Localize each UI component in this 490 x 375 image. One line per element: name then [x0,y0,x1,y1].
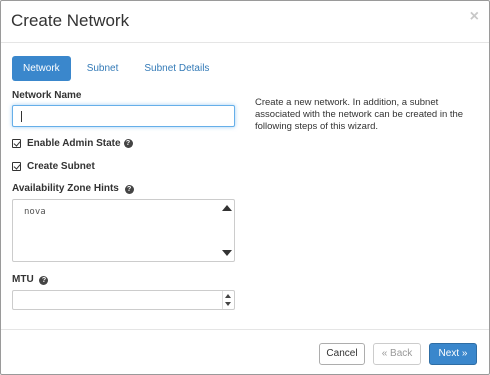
mtu-label: MTU [12,274,34,285]
create-network-modal: Create Network × Network Subnet Subnet D… [0,0,490,375]
question-circle-icon: ? [124,185,134,194]
close-icon[interactable]: × [470,8,479,26]
modal-header: Create Network × [1,1,489,43]
admin-state-checkbox[interactable] [12,139,21,148]
question-circle-icon: ? [39,276,49,285]
next-button-label: Next [438,348,460,359]
mtu-spinner[interactable] [222,291,234,309]
az-hints-label: Availability Zone Hints [12,183,119,194]
tab-subnet-details[interactable]: Subnet Details [134,56,219,81]
back-button[interactable]: « Back [373,343,421,365]
admin-state-row: Enable Admin State ? [12,138,133,149]
next-button[interactable]: Next » [429,343,477,365]
question-circle-icon: ? [123,139,133,148]
create-subnet-row: Create Subnet [12,161,95,172]
create-subnet-checkbox[interactable] [12,162,21,171]
mtu-label-row: MTU ? [12,274,49,285]
az-hints-option-nova[interactable]: nova [24,207,46,217]
spin-up-icon[interactable] [225,294,231,298]
az-hints-scrollbar[interactable] [219,200,234,261]
tab-network[interactable]: Network [12,56,71,81]
spin-down-icon[interactable] [225,302,231,306]
wizard-tabs: Network Subnet Subnet Details [12,56,225,81]
modal-footer: Cancel « Back Next » [1,329,489,375]
az-hints-label-row: Availability Zone Hints ? [12,183,134,194]
scroll-down-icon[interactable] [222,250,232,256]
network-name-label: Network Name [12,90,82,101]
az-hints-select[interactable]: nova [12,199,235,262]
create-subnet-label: Create Subnet [27,161,95,172]
scroll-up-icon[interactable] [222,205,232,211]
mtu-input[interactable] [12,290,235,310]
chevron-right-icon: » [461,348,468,359]
wizard-help-text: Create a new network. In addition, a sub… [255,97,464,132]
back-button-label: Back [390,348,413,359]
modal-title: Create Network [11,11,130,30]
cancel-button[interactable]: Cancel [319,343,365,365]
text-caret [21,111,22,122]
chevron-left-icon: « [381,348,388,359]
tab-subnet[interactable]: Subnet [77,56,129,81]
network-name-input[interactable] [12,105,235,127]
admin-state-label: Enable Admin State [27,138,121,149]
